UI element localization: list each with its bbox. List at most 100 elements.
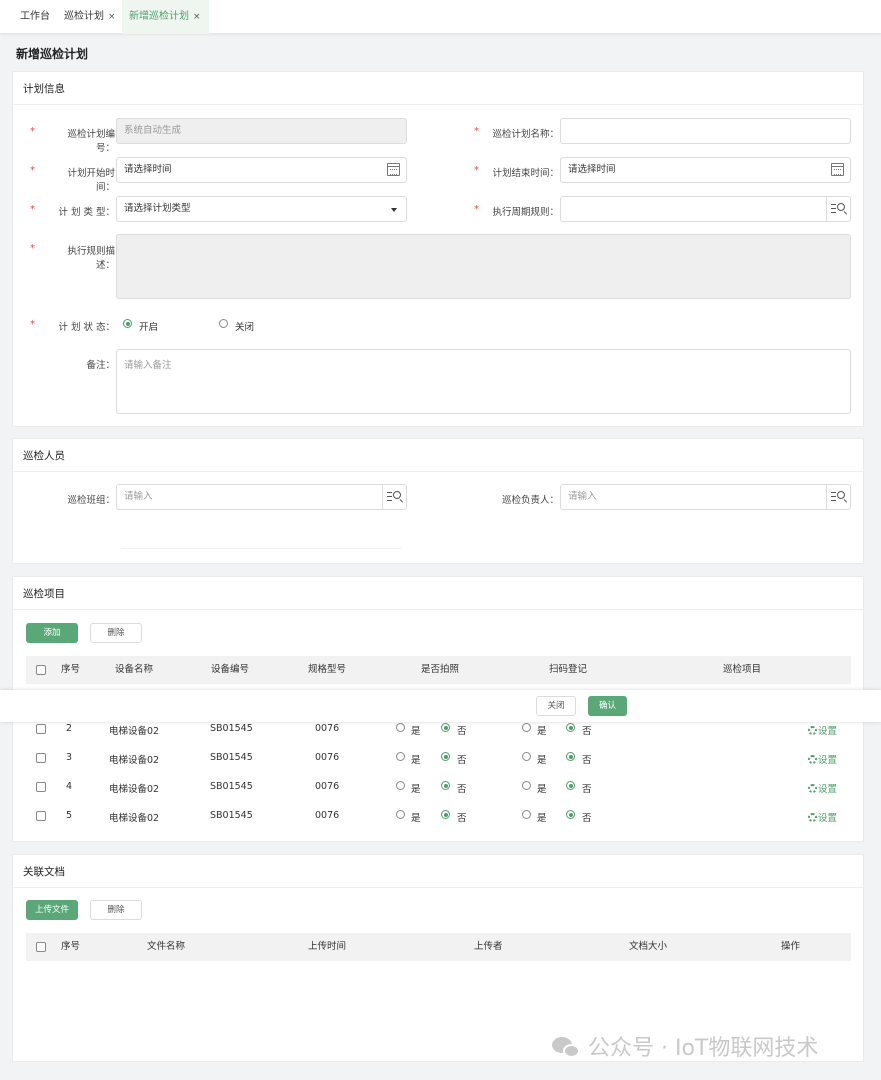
row-no: 2	[66, 723, 73, 734]
select-all-checkbox[interactable]	[36, 665, 46, 675]
scan-yes-radio[interactable]	[522, 723, 531, 732]
photo-yes-label[interactable]: 是	[411, 723, 421, 737]
settings-link[interactable]: 设置	[808, 752, 837, 766]
row-checkbox[interactable]	[36, 753, 46, 763]
photo-yes-radio[interactable]	[396, 810, 405, 819]
delete-button[interactable]: 删除	[90, 900, 142, 920]
add-button[interactable]: 添加	[26, 623, 78, 643]
row-checkbox[interactable]	[36, 724, 46, 734]
photo-yes-radio[interactable]	[396, 723, 405, 732]
scan-no-radio[interactable]	[566, 781, 575, 790]
column-header: 设备编号	[211, 664, 250, 675]
photo-no-radio[interactable]	[441, 723, 450, 732]
close-icon[interactable]: ×	[193, 12, 201, 22]
photo-no-label[interactable]: 否	[457, 810, 467, 824]
photo-yes-label[interactable]: 是	[411, 810, 421, 824]
gear-icon	[808, 784, 817, 793]
lookup-search-icon[interactable]	[826, 197, 850, 221]
scan-yes-label[interactable]: 是	[537, 723, 547, 737]
cycle-rule-field[interactable]	[560, 196, 851, 222]
photo-no-radio[interactable]	[441, 810, 450, 819]
scan-no-label[interactable]: 否	[582, 781, 592, 795]
status-on-label[interactable]: 开启	[139, 319, 158, 333]
row-no: 5	[66, 810, 73, 821]
photo-yes-radio[interactable]	[396, 752, 405, 761]
scan-yes-label[interactable]: 是	[537, 781, 547, 795]
photo-no-label[interactable]: 否	[457, 723, 467, 737]
remark-label: 备注：	[86, 360, 115, 371]
tab-workbench[interactable]: 工作台	[20, 0, 50, 34]
scan-no-label[interactable]: 否	[582, 810, 592, 824]
plan-name-label: 巡检计划名称：	[492, 129, 559, 140]
scan-no-radio[interactable]	[566, 723, 575, 732]
tab-label: 巡检计划	[64, 11, 104, 22]
team-label: 巡检班组：	[67, 495, 115, 506]
photo-no-label[interactable]: 否	[457, 752, 467, 766]
remark-textarea[interactable]: 请输入备注	[116, 349, 851, 414]
scan-no-label[interactable]: 否	[582, 752, 592, 766]
scan-yes-label[interactable]: 是	[537, 752, 547, 766]
device-model: 0076	[315, 810, 340, 821]
personnel-card: 巡检人员 巡检班组： 请输入 巡检负责人： 请输入	[12, 438, 864, 564]
watermark: 公众号 · IoT物联网技术	[552, 1030, 818, 1062]
required-mark: *	[474, 204, 479, 215]
delete-button[interactable]: 删除	[90, 623, 142, 643]
photo-no-radio[interactable]	[441, 781, 450, 790]
column-header: 上传者	[474, 941, 503, 952]
column-header: 上传时间	[308, 941, 347, 952]
tab-bar: 工作台 巡检计划 × 新增巡检计划 ×	[0, 0, 881, 34]
photo-no-radio[interactable]	[441, 752, 450, 761]
scan-no-label[interactable]: 否	[582, 723, 592, 737]
gear-icon	[808, 726, 817, 735]
photo-yes-label[interactable]: 是	[411, 781, 421, 795]
calendar-icon[interactable]	[831, 163, 844, 176]
row-checkbox[interactable]	[36, 782, 46, 792]
items-table-header: 序号 设备名称 设备编号 规格型号 是否拍照 扫码登记 巡检项目	[26, 656, 851, 684]
caret-down-icon	[391, 208, 397, 212]
settings-link[interactable]: 设置	[808, 810, 837, 824]
required-mark: *	[30, 165, 35, 176]
status-off-label[interactable]: 关闭	[235, 319, 254, 333]
settings-label: 设置	[818, 726, 838, 737]
device-code: SB01545	[210, 723, 253, 734]
close-button[interactable]: 关闭	[536, 696, 576, 716]
photo-yes-radio[interactable]	[396, 781, 405, 790]
team-field[interactable]: 请输入	[116, 484, 407, 510]
plan-name-field[interactable]	[560, 118, 851, 144]
lookup-search-icon[interactable]	[826, 485, 850, 509]
settings-link[interactable]: 设置	[808, 723, 837, 737]
device-model: 0076	[315, 752, 340, 763]
scan-no-radio[interactable]	[566, 810, 575, 819]
device-model: 0076	[315, 781, 340, 792]
photo-yes-label[interactable]: 是	[411, 752, 421, 766]
status-off-radio[interactable]	[219, 319, 228, 328]
scan-yes-label[interactable]: 是	[537, 810, 547, 824]
tab-new-inspection-plan[interactable]: 新增巡检计划 ×	[122, 0, 209, 34]
scan-yes-radio[interactable]	[522, 810, 531, 819]
plan-no-field: 系统自动生成	[116, 118, 407, 144]
lookup-search-icon[interactable]	[382, 485, 406, 509]
close-icon[interactable]: ×	[108, 12, 116, 22]
plan-info-card: 计划信息 * 巡检计划编号： 系统自动生成 * 巡检计划名称： * 计划开始时间…	[12, 71, 864, 427]
device-name: 电梯设备02	[109, 784, 160, 795]
row-checkbox[interactable]	[36, 811, 46, 821]
tab-inspection-plan[interactable]: 巡检计划 ×	[64, 0, 116, 34]
start-time-picker[interactable]: 请选择时间	[116, 157, 407, 183]
scan-yes-radio[interactable]	[522, 781, 531, 790]
device-name: 电梯设备02	[109, 755, 160, 766]
photo-no-label[interactable]: 否	[457, 781, 467, 795]
scan-yes-radio[interactable]	[522, 752, 531, 761]
select-all-checkbox[interactable]	[36, 942, 46, 952]
plan-type-select[interactable]: 请选择计划类型	[116, 196, 407, 222]
rule-desc-label: 执行规则描述：	[67, 246, 115, 271]
upload-file-button[interactable]: 上传文件	[26, 900, 78, 920]
calendar-icon[interactable]	[387, 163, 400, 176]
end-time-picker[interactable]: 请选择时间	[560, 157, 851, 183]
settings-label: 设置	[818, 784, 838, 795]
status-on-radio[interactable]	[123, 319, 132, 328]
settings-link[interactable]: 设置	[808, 781, 837, 795]
scan-no-radio[interactable]	[566, 752, 575, 761]
confirm-button[interactable]: 确认	[588, 696, 627, 716]
leader-field[interactable]: 请输入	[560, 484, 851, 510]
settings-label: 设置	[818, 813, 838, 824]
